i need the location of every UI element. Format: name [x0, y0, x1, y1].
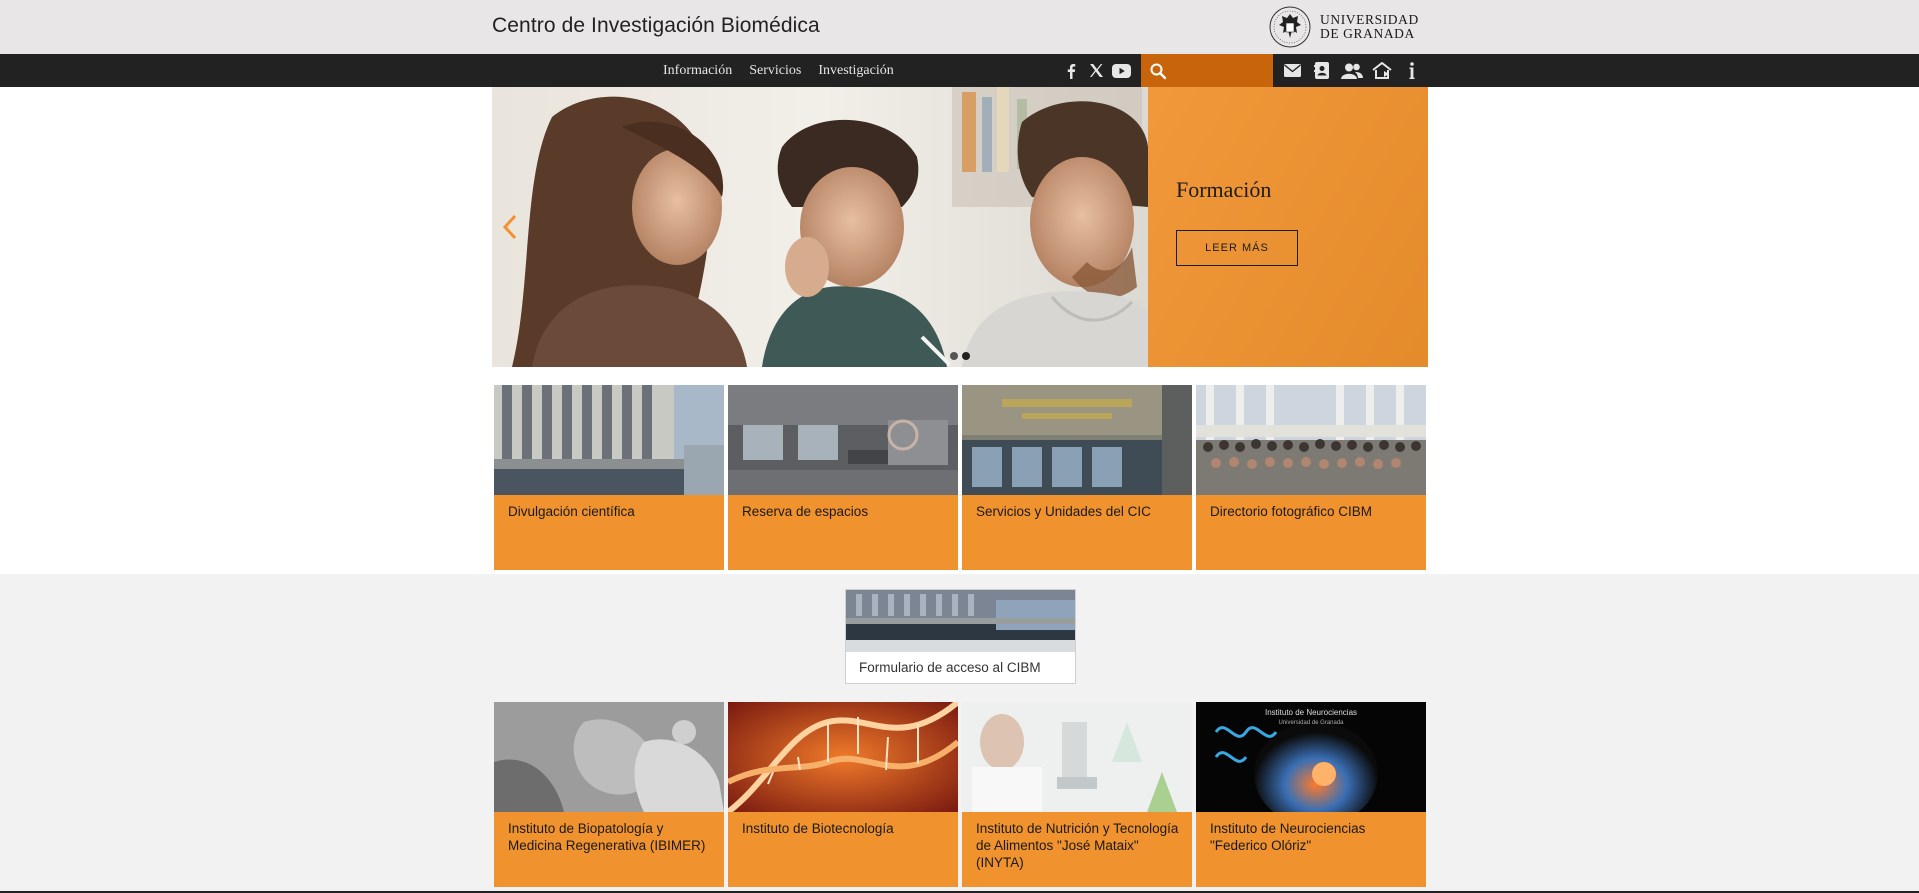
carousel-indicators	[950, 352, 974, 360]
card-caption: Reserva de espacios	[728, 495, 958, 570]
university-logo[interactable]: UNIVERSIDAD DE GRANADA	[1268, 5, 1419, 49]
card-reserva-espacios[interactable]: Reserva de espacios	[728, 385, 958, 570]
x-twitter-icon[interactable]	[1085, 60, 1107, 82]
nav-informacion[interactable]: Información	[663, 63, 732, 79]
brain-caption-line-1: Instituto de Neurociencias	[1265, 708, 1357, 717]
site-title[interactable]: Centro de Investigación Biomédica	[492, 14, 820, 38]
carousel-dot-2[interactable]	[962, 352, 970, 360]
nav-servicios[interactable]: Servicios	[749, 63, 801, 79]
card-photo-room	[728, 385, 958, 495]
card-label: Instituto de Neurociencias "Federico Oló…	[1210, 821, 1366, 853]
nav-links: Información Servicios Investigación	[663, 54, 911, 87]
hero-carousel: Formación LEER MÁS	[492, 87, 1428, 367]
carousel-prev-icon[interactable]	[500, 213, 520, 241]
brain-caption-line-2: Universidad de Granada	[1278, 720, 1344, 726]
facebook-icon[interactable]	[1060, 60, 1082, 82]
card-photo-building	[494, 385, 724, 495]
university-wordmark: UNIVERSIDAD DE GRANADA	[1320, 13, 1419, 41]
card-caption: Instituto de Biopatología y Medicina Reg…	[494, 812, 724, 887]
mail-icon[interactable]	[1280, 59, 1304, 83]
card-divulgacion[interactable]: Divulgación científica	[494, 385, 724, 570]
card-photo-microscopy	[494, 702, 724, 812]
site-header: Centro de Investigación Biomédica UNIVER…	[0, 0, 1919, 54]
carousel-dot-1[interactable]	[950, 352, 958, 360]
social-links	[1060, 54, 1135, 87]
card-neurociencias[interactable]: Instituto de Neurociencias Universidad d…	[1196, 702, 1426, 887]
card-caption: Instituto de Neurociencias "Federico Oló…	[1196, 812, 1426, 887]
search-box	[1141, 54, 1273, 87]
card-biotecnologia[interactable]: Instituto de Biotecnología	[728, 702, 958, 887]
users-icon[interactable]	[1340, 59, 1364, 83]
contact-card-icon[interactable]	[1310, 59, 1334, 83]
card-label: Directorio fotográfico CIBM	[1210, 504, 1373, 519]
card-caption: Servicios y Unidades del CIC	[962, 495, 1192, 570]
card-caption: Divulgación científica	[494, 495, 724, 570]
card-servicios-unidades[interactable]: Servicios y Unidades del CIC	[962, 385, 1192, 570]
university-seal-icon	[1269, 6, 1311, 48]
card-caption: Directorio fotográfico CIBM	[1196, 495, 1426, 570]
card-ibimer[interactable]: Instituto de Biopatología y Medicina Reg…	[494, 702, 724, 887]
card-label: Instituto de Biopatología y Medicina Reg…	[508, 821, 706, 853]
card-photo-group	[1196, 385, 1426, 495]
read-more-button[interactable]: LEER MÁS	[1176, 230, 1298, 266]
card-photo-brain: Instituto de Neurociencias Universidad d…	[1196, 702, 1426, 812]
access-form-label: Formulario de acceso al CIBM	[859, 660, 1041, 675]
hero-title[interactable]: Formación	[1176, 177, 1271, 203]
utility-icons	[1280, 54, 1430, 87]
search-icon[interactable]	[1149, 62, 1167, 80]
card-label: Instituto de Nutrición y Tecnología de A…	[976, 821, 1179, 870]
card-label: Instituto de Biotecnología	[742, 821, 894, 836]
main-nav: Información Servicios Investigación	[0, 54, 1919, 87]
access-form-card[interactable]: Formulario de acceso al CIBM	[845, 589, 1076, 684]
card-caption: Instituto de Nutrición y Tecnología de A…	[962, 812, 1192, 887]
card-label: Servicios y Unidades del CIC	[976, 504, 1151, 519]
card-label: Reserva de espacios	[742, 504, 869, 519]
search-input[interactable]	[1171, 57, 1271, 84]
card-photo-entrance	[962, 385, 1192, 495]
card-directorio-fotografico[interactable]: Directorio fotográfico CIBM	[1196, 385, 1426, 570]
nav-investigacion[interactable]: Investigación	[818, 63, 893, 79]
card-caption: Instituto de Biotecnología	[728, 812, 958, 887]
youtube-icon[interactable]	[1110, 60, 1132, 82]
university-line-2: DE GRANADA	[1320, 26, 1415, 41]
card-photo-lab	[962, 702, 1192, 812]
card-inyta[interactable]: Instituto de Nutrición y Tecnología de A…	[962, 702, 1192, 887]
access-photo-building	[846, 590, 1075, 652]
hero-caption-panel: Formación LEER MÁS	[1148, 87, 1428, 367]
info-icon[interactable]	[1400, 59, 1424, 83]
card-label: Divulgación científica	[508, 504, 635, 519]
home-icon[interactable]	[1370, 59, 1394, 83]
card-photo-dna	[728, 702, 958, 812]
hero-photo-students	[492, 87, 1148, 367]
university-line-1: UNIVERSIDAD	[1320, 12, 1419, 27]
hero-panel-shade	[1148, 87, 1428, 367]
